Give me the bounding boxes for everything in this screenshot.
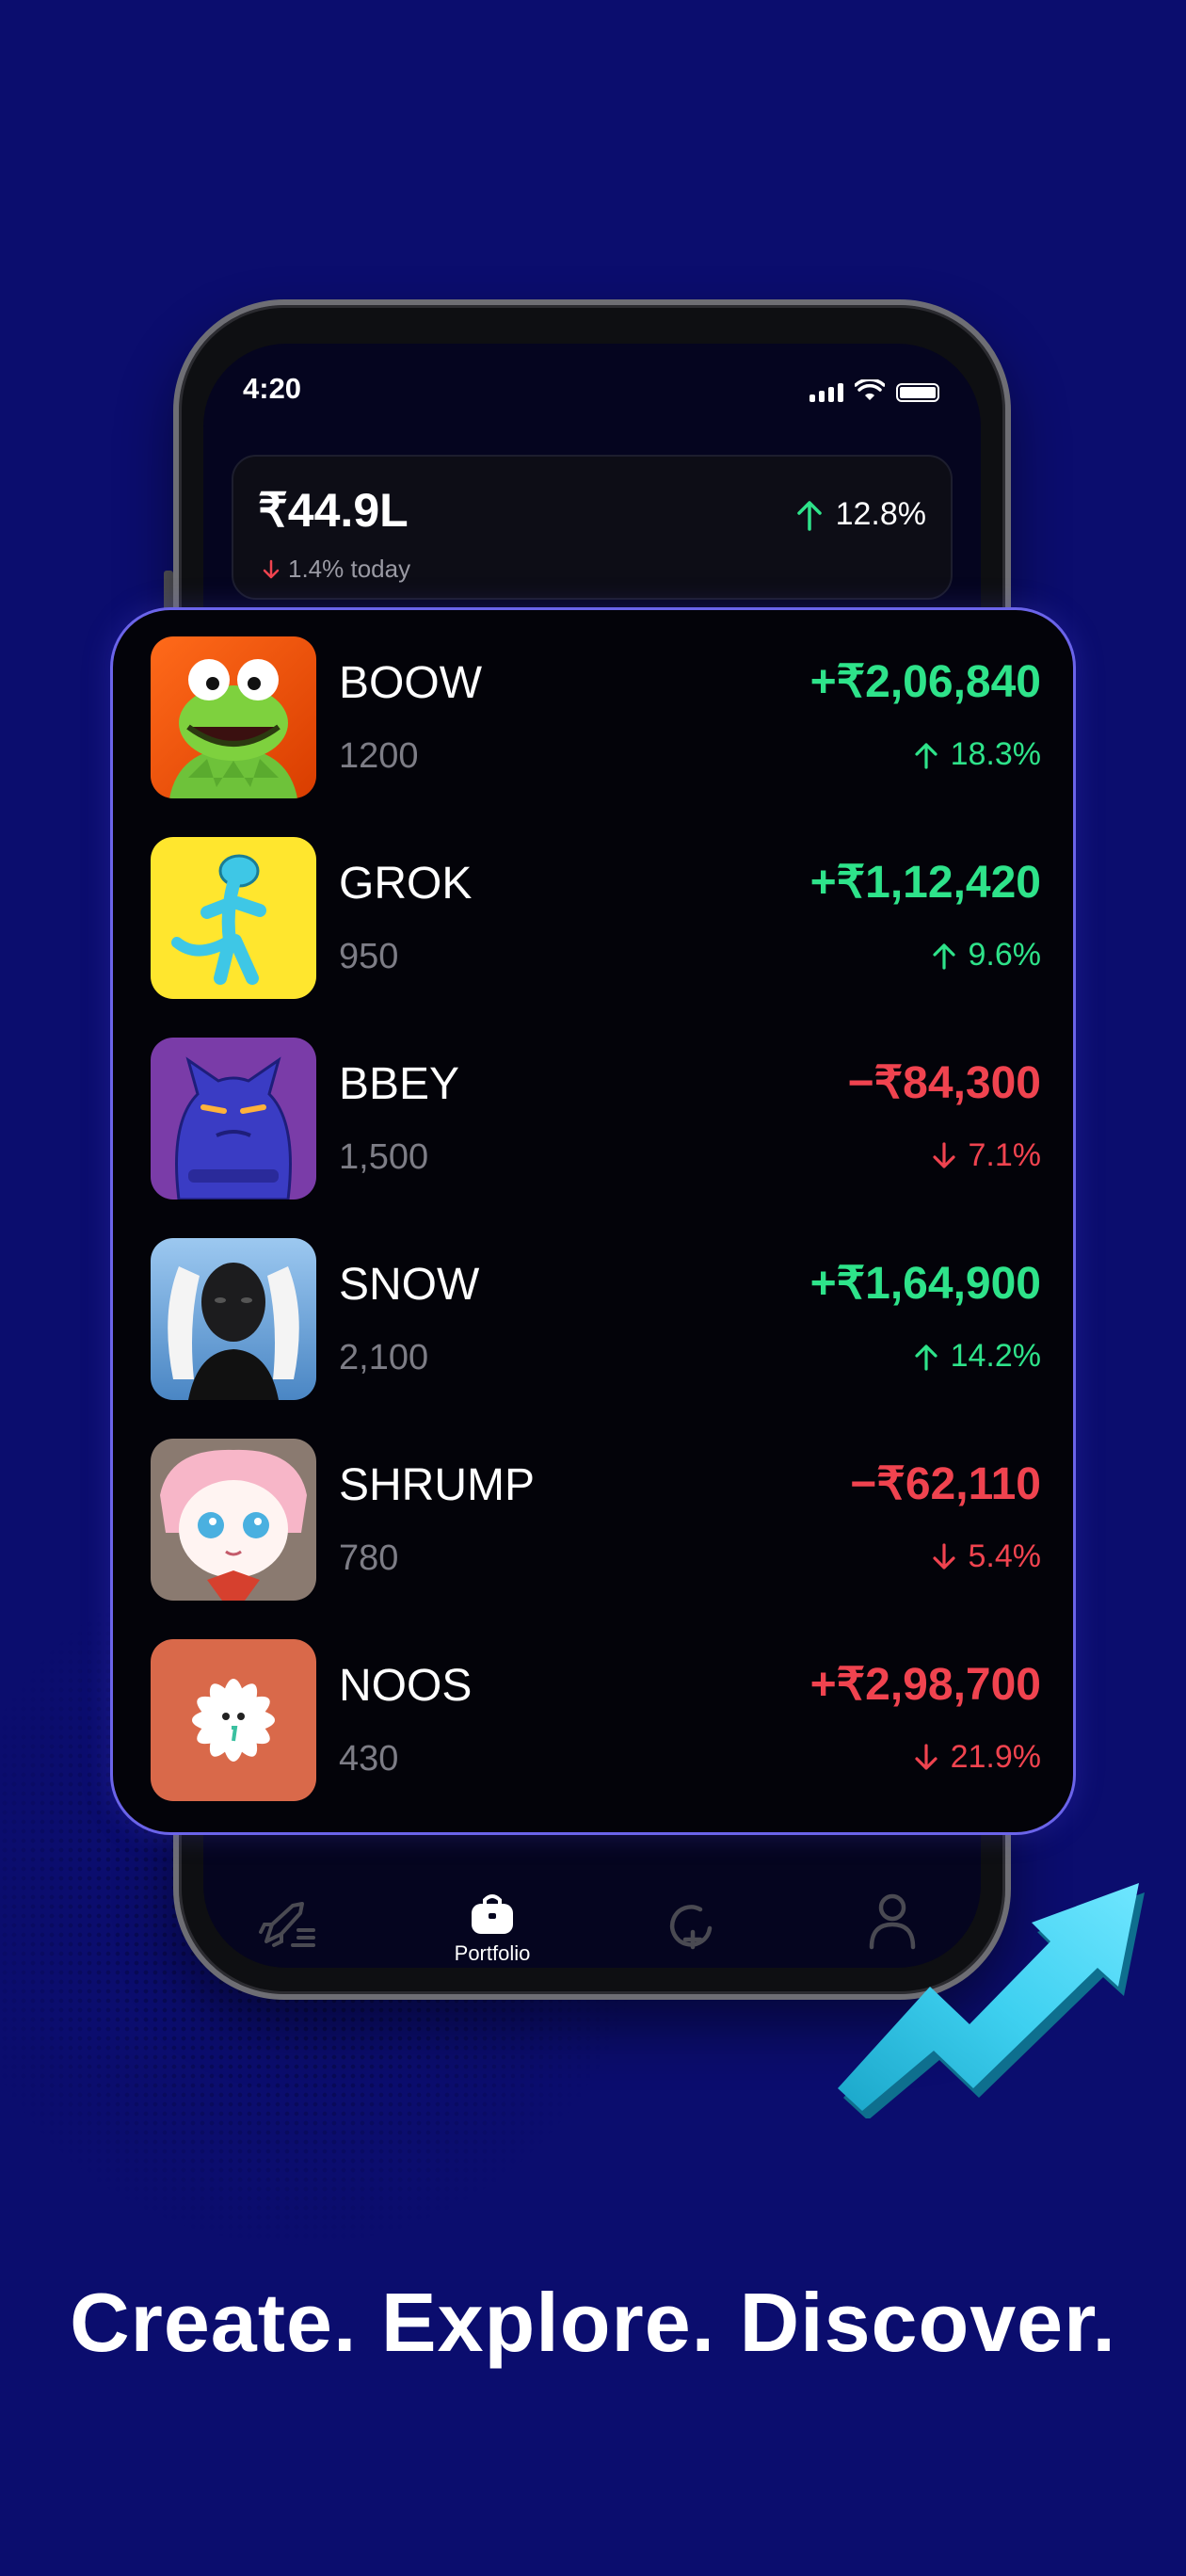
portfolio-summary[interactable]: ₹44.9L 1.4% today 12.8% <box>232 455 953 600</box>
holding-change-text: 14.2% <box>950 1338 1041 1374</box>
battery-icon <box>896 383 939 402</box>
holding-quantity: 430 <box>339 1739 399 1779</box>
arrow-down-icon <box>932 1141 955 1168</box>
holding-change-text: 5.4% <box>968 1538 1042 1574</box>
holding-quantity: 1,500 <box>339 1137 429 1177</box>
arrow-up-icon <box>914 1344 938 1371</box>
holding-change-text: 9.6% <box>968 937 1042 973</box>
robot-woman-avatar <box>151 1238 316 1400</box>
holding-value: −₹62,110 <box>850 1459 1041 1509</box>
holding-change: 7.1% <box>931 1137 1042 1174</box>
arrow-up-icon <box>932 942 955 970</box>
add-circle-icon <box>669 1905 713 1950</box>
tab-explore[interactable] <box>232 1874 345 1968</box>
holding-row[interactable]: NOOS 430 +₹2,98,700 21.9% <box>151 1639 1041 1801</box>
holding-value: −₹84,300 <box>847 1058 1041 1108</box>
holding-change: 14.2% <box>913 1338 1041 1375</box>
blue-lizard-avatar <box>151 837 316 999</box>
arrow-down-icon <box>914 1743 938 1770</box>
holding-symbol: BOOW <box>339 658 482 708</box>
holding-row[interactable]: BOOW 1200 +₹2,06,840 18.3% <box>151 636 1041 798</box>
anime-girl-avatar <box>151 1439 316 1601</box>
tab-portfolio-label: Portfolio <box>454 1941 531 1965</box>
holding-value: +₹2,06,840 <box>809 657 1041 707</box>
holding-change: 18.3% <box>913 736 1041 773</box>
holding-quantity: 780 <box>339 1538 399 1578</box>
holding-quantity: 950 <box>339 937 399 976</box>
overall-change: 12.8% <box>794 496 926 533</box>
bag-icon <box>472 1894 513 1934</box>
purple-cat-avatar <box>151 1038 316 1199</box>
today-change: 1.4% today <box>262 555 410 584</box>
holding-quantity: 2,100 <box>339 1338 429 1377</box>
holding-change: 21.9% <box>913 1739 1041 1776</box>
holding-symbol: GROK <box>339 859 473 909</box>
holding-symbol: SNOW <box>339 1260 480 1310</box>
tab-create[interactable] <box>636 1874 749 1968</box>
holding-symbol: BBEY <box>339 1059 460 1109</box>
overall-change-text: 12.8% <box>835 496 926 532</box>
arrow-up-icon <box>796 500 822 531</box>
rocket-icon <box>259 1902 315 1947</box>
trend-arrow-icon <box>838 1883 1145 2118</box>
status-time: 4:20 <box>243 372 302 405</box>
holding-value: +₹1,12,420 <box>809 858 1041 908</box>
holding-change: 5.4% <box>931 1538 1042 1575</box>
holding-change-text: 7.1% <box>968 1137 1042 1173</box>
portfolio-total-value: ₹44.9L <box>258 484 409 537</box>
holding-change-text: 21.9% <box>950 1739 1041 1775</box>
tagline: Create. Explore. Discover. <box>70 2276 1116 2369</box>
frog-avatar <box>151 636 316 798</box>
holdings-card: BOOW 1200 +₹2,06,840 18.3% GROK 950 +₹1,… <box>110 607 1076 1835</box>
holding-quantity: 1200 <box>339 736 419 776</box>
holding-value: +₹1,64,900 <box>809 1259 1041 1309</box>
status-icons <box>809 379 939 402</box>
arrow-down-icon <box>932 1542 955 1570</box>
holding-symbol: SHRUMP <box>339 1460 536 1510</box>
holding-row[interactable]: GROK 950 +₹1,12,420 9.6% <box>151 837 1041 999</box>
flower-avatar <box>151 1639 316 1801</box>
signal-icon <box>809 383 843 402</box>
holding-change-text: 18.3% <box>950 736 1041 772</box>
holding-row[interactable]: BBEY 1,500 −₹84,300 7.1% <box>151 1038 1041 1199</box>
holding-row[interactable]: SHRUMP 780 −₹62,110 5.4% <box>151 1439 1041 1601</box>
holding-row[interactable]: SNOW 2,100 +₹1,64,900 14.2% <box>151 1238 1041 1400</box>
tab-portfolio[interactable]: Portfolio <box>436 1874 549 1968</box>
holding-symbol: NOOS <box>339 1661 473 1711</box>
holding-value: +₹2,98,700 <box>809 1660 1041 1710</box>
wifi-icon <box>855 379 885 400</box>
arrow-up-icon <box>914 742 938 769</box>
arrow-down-icon <box>263 559 280 578</box>
today-change-text: 1.4% today <box>288 555 411 583</box>
holding-change: 9.6% <box>931 937 1042 974</box>
